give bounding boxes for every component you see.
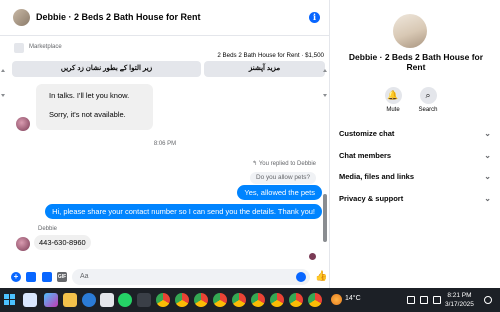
message-input[interactable]: Aa [72,269,310,285]
message-bubble-incoming[interactable]: 443-630-8960 [34,235,91,250]
chrome-icon[interactable] [175,293,189,307]
reply-arrow-icon: ↰ [252,161,259,167]
chevron-down-icon: ⌄ [484,172,491,181]
whatsapp-icon[interactable] [118,293,132,307]
panel-title: Debbie · 2 Beds 2 Bath House for Rent [348,52,484,72]
message-bubble-outgoing[interactable]: Yes, allowed the pets [237,185,322,200]
photo-icon[interactable] [26,272,36,282]
chat-title[interactable]: Debbie · 2 Beds 2 Bath House for Rent [36,12,201,22]
clock-time: 8:21 PM [447,292,472,299]
listing-title[interactable]: 2 Beds 2 Bath House for Rent · $1,500 [217,52,324,59]
avatar[interactable] [13,9,30,26]
notifications-icon[interactable] [484,296,492,304]
message-list[interactable]: In talks. I'll let you know. Sorry, it's… [0,84,330,264]
add-icon[interactable]: + [11,272,21,282]
chrome-icon[interactable] [289,293,303,307]
chat-header: Debbie · 2 Beds 2 Bath House for Rent i [0,0,330,36]
chat-pane: Debbie · 2 Beds 2 Bath House for Rent i … [0,0,330,288]
chrome-icon[interactable] [194,293,208,307]
thumbs-up-icon[interactable]: 👍 [315,271,327,282]
copilot-icon[interactable] [44,293,58,307]
weather-temperature[interactable]: 14°C [345,295,361,302]
more-options-button[interactable]: مزید آپشنز [204,61,325,77]
emoji-icon[interactable] [296,272,306,282]
section-label: Chat members [339,151,392,160]
chrome-icon[interactable] [213,293,227,307]
conversation-details-panel: Debbie · 2 Beds 2 Bath House for Rent 🔔 … [331,0,500,288]
bell-icon: 🔔 [384,87,402,104]
scroll-up-arrow-icon [1,69,5,72]
listing-avatar [393,14,427,48]
start-button[interactable] [4,294,16,306]
section-label: Customize chat [339,129,395,138]
chrome-icon[interactable] [156,293,170,307]
quoted-message[interactable]: Do you allow pets? [250,172,316,184]
section-label: Privacy & support [339,194,404,203]
chevron-down-icon: ⌄ [484,129,491,138]
messenger-window: Debbie · 2 Beds 2 Bath House for Rent i … [0,0,500,288]
scroll-up-arrow-icon [323,69,327,72]
message-input-placeholder: Aa [80,273,89,280]
search-label: Search [418,107,438,113]
message-timestamp: 8:06 PM [153,141,177,147]
app-icon[interactable] [137,293,151,307]
clock-date: 3/17/2025 [445,301,474,308]
sticker-icon[interactable] [42,272,52,282]
section-privacy-support[interactable]: Privacy & support ⌄ [339,192,491,206]
seen-avatar-icon [309,253,316,260]
scrollbar-thumb[interactable] [323,194,327,242]
section-media-files-links[interactable]: Media, files and links ⌄ [339,170,491,184]
file-explorer-icon[interactable] [63,293,77,307]
search-icon[interactable] [23,293,37,307]
weather-icon[interactable] [331,294,342,305]
chrome-icon[interactable] [251,293,265,307]
composer: + GIF Aa 👍 [0,266,330,288]
marketplace-banner: Marketplace 2 Beds 2 Bath House for Rent… [6,38,326,83]
search-button[interactable]: ⌕ Search [413,87,443,113]
scrollbar[interactable] [322,84,328,264]
gif-icon[interactable]: GIF [57,272,67,282]
mute-label: Mute [386,107,400,113]
chevron-down-icon: ⌄ [484,151,491,160]
chrome-icon[interactable] [308,293,322,307]
volume-icon[interactable] [420,296,428,304]
wifi-icon[interactable] [407,296,415,304]
avatar[interactable] [16,117,30,131]
message-bubble-outgoing[interactable]: Hi, please share your contact number so … [45,204,322,219]
store-icon[interactable] [100,293,114,307]
chrome-icon[interactable] [232,293,246,307]
marketplace-icon [14,43,24,53]
windows-taskbar: 14°C 8:21 PM 3/17/2025 [0,288,500,312]
section-label: Media, files and links [339,172,415,181]
chevron-down-icon: ⌄ [484,194,491,203]
marketplace-label: Marketplace [29,44,62,50]
message-bubble-incoming[interactable]: In talks. I'll let you know. [44,88,135,103]
chrome-icon[interactable] [270,293,284,307]
search-icon: ⌕ [419,87,437,104]
message-bubble-incoming[interactable]: Sorry, it's not available. [44,107,131,122]
battery-icon[interactable] [433,296,441,304]
mark-pending-button[interactable]: زیر التوا کے بطور نشان زد کریں [12,61,201,77]
edge-icon[interactable] [82,293,96,307]
sender-name: Debbie [38,226,58,232]
section-customize-chat[interactable]: Customize chat ⌄ [339,127,491,141]
info-icon[interactable]: i [309,12,320,23]
clock[interactable]: 8:21 PM 3/17/2025 [445,291,474,309]
avatar[interactable] [16,237,30,251]
mute-button[interactable]: 🔔 Mute [378,87,408,113]
reply-context-text: You replied to Debbie [258,161,316,167]
reply-context-label: ↰ You replied to Debbie [252,160,316,167]
section-chat-members[interactable]: Chat members ⌄ [339,149,491,163]
